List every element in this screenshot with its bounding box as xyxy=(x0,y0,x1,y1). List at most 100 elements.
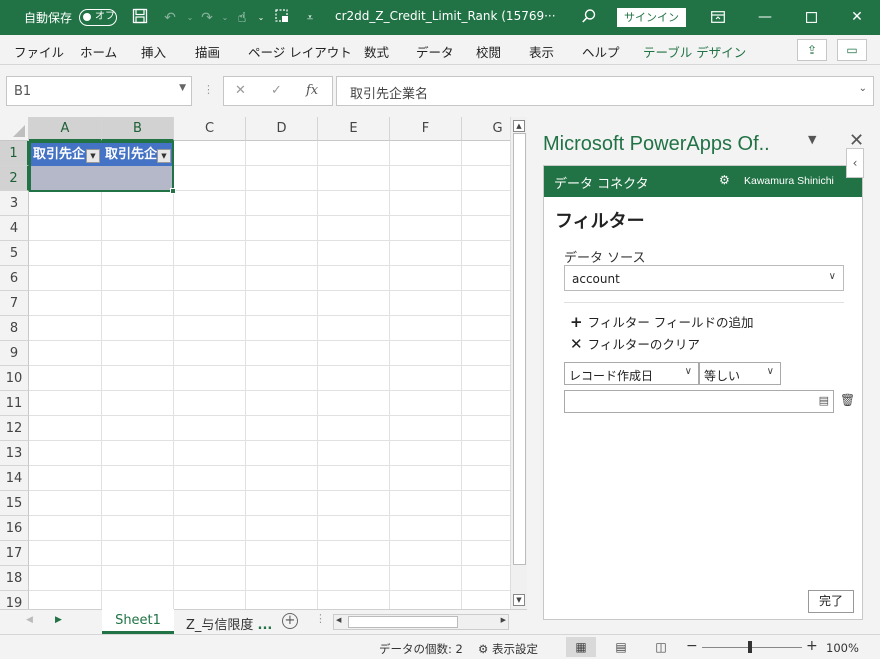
search-icon[interactable] xyxy=(579,8,599,28)
row-header[interactable]: 1 xyxy=(0,141,29,166)
fill-handle[interactable] xyxy=(170,188,176,194)
row-header[interactable]: 2 xyxy=(0,166,29,191)
row-header[interactable]: 16 xyxy=(0,516,29,541)
chevron-down-icon[interactable]: ▼ xyxy=(179,83,186,93)
customize-qat-icon[interactable]: ⩡ xyxy=(300,8,320,28)
add-sheet-icon[interactable]: + xyxy=(282,613,298,629)
row-header[interactable]: 18 xyxy=(0,566,29,591)
column-header[interactable]: D xyxy=(246,117,318,141)
row-header[interactable]: 4 xyxy=(0,216,29,241)
done-button[interactable]: 完了 xyxy=(808,590,854,613)
tab-insert[interactable]: 挿入 xyxy=(141,42,166,61)
pane-options-icon[interactable]: ▼ xyxy=(808,133,816,146)
scroll-thumb[interactable] xyxy=(513,133,526,565)
expand-formula-icon[interactable]: ⌄ xyxy=(859,83,867,94)
table-row[interactable] xyxy=(30,166,173,190)
minimize-icon[interactable]: — xyxy=(742,0,788,35)
column-header[interactable]: A xyxy=(29,117,102,141)
close-icon[interactable]: ✕ xyxy=(834,0,880,35)
zoom-out-button[interactable]: − xyxy=(686,638,698,654)
column-header[interactable]: E xyxy=(318,117,390,141)
operator-select[interactable]: 等しい ∨ xyxy=(699,362,781,385)
filter-dropdown-icon[interactable]: ▼ xyxy=(157,149,171,163)
row-header[interactable]: 12 xyxy=(0,416,29,441)
signin-button[interactable]: サインイン xyxy=(617,8,686,27)
screenshot-icon[interactable] xyxy=(272,8,292,28)
sheet-next-icon[interactable]: ▶ xyxy=(55,615,62,625)
row-header[interactable]: 14 xyxy=(0,466,29,491)
filter-dropdown-icon[interactable]: ▼ xyxy=(86,149,100,163)
save-icon[interactable] xyxy=(130,8,150,28)
worksheet-grid[interactable]: A B C D E F G 1 2 3 4 5 6 7 8 9 10 11 12 13 14 15 16 17 1… xyxy=(0,117,510,609)
tab-formulas[interactable]: 数式 xyxy=(364,42,389,61)
share-icon[interactable]: ⇪ xyxy=(797,39,827,61)
column-header[interactable]: F xyxy=(390,117,462,141)
tab-home[interactable]: ホーム xyxy=(80,42,117,61)
tab-data[interactable]: データ xyxy=(416,42,454,61)
row-header[interactable]: 3 xyxy=(0,191,29,216)
vertical-scrollbar[interactable]: ▲ ▼ xyxy=(510,117,527,609)
page-layout-view-icon[interactable]: ▤ xyxy=(606,637,636,657)
ribbon-display-icon[interactable] xyxy=(695,0,741,35)
more-sheets-indicator[interactable]: ... xyxy=(258,618,273,633)
zoom-level[interactable]: 100% xyxy=(826,641,859,655)
date-input[interactable]: ▤ xyxy=(564,390,834,413)
more-options-icon[interactable]: ⋮ xyxy=(203,83,214,96)
sheet-prev-icon[interactable]: ◀ xyxy=(26,615,33,625)
undo-icon[interactable]: ↶ xyxy=(160,8,180,28)
redo-icon[interactable]: ↷ xyxy=(197,8,217,28)
column-header[interactable]: C xyxy=(174,117,246,141)
row-header[interactable]: 13 xyxy=(0,441,29,466)
zoom-slider[interactable] xyxy=(702,647,802,648)
row-header[interactable]: 19 xyxy=(0,591,29,609)
tab-draw[interactable]: 描画 xyxy=(195,42,220,61)
tab-help[interactable]: ヘルプ xyxy=(582,42,620,61)
page-break-view-icon[interactable]: ◫ xyxy=(646,637,676,657)
column-header[interactable]: G xyxy=(462,117,510,141)
formula-input[interactable]: 取引先企業名 ⌄ xyxy=(336,76,874,106)
datasource-select[interactable]: account ∨ xyxy=(564,265,844,291)
collapse-pane-icon[interactable]: ‹ xyxy=(846,148,864,178)
tab-review[interactable]: 校閲 xyxy=(476,42,501,61)
scroll-up-icon[interactable]: ▲ xyxy=(513,120,525,132)
add-filter-field-button[interactable]: + フィルター フィールドの追加 xyxy=(570,312,754,331)
touch-dropdown-icon[interactable]: ⌄ xyxy=(251,8,271,28)
zoom-slider-thumb[interactable] xyxy=(748,641,752,653)
cancel-icon[interactable]: ✕ xyxy=(235,83,246,98)
scroll-left-icon[interactable]: ◀ xyxy=(336,616,341,624)
tab-splitter-icon[interactable]: ⋮ xyxy=(315,612,326,625)
select-all-corner[interactable] xyxy=(0,117,29,141)
name-box[interactable]: B1 ▼ xyxy=(6,76,192,106)
scroll-down-icon[interactable]: ▼ xyxy=(513,594,525,606)
clear-filter-button[interactable]: ✕ フィルターのクリア xyxy=(570,334,700,353)
comments-icon[interactable]: ▭ xyxy=(837,39,867,61)
row-header[interactable]: 9 xyxy=(0,341,29,366)
tab-page-layout[interactable]: ページ レイアウト xyxy=(248,42,352,61)
maximize-icon[interactable] xyxy=(788,0,834,35)
row-header[interactable]: 6 xyxy=(0,266,29,291)
tab-table-design[interactable]: テーブル デザイン xyxy=(643,42,746,61)
row-header[interactable]: 15 xyxy=(0,491,29,516)
row-header[interactable]: 11 xyxy=(0,391,29,416)
touch-mode-icon[interactable]: ☝ xyxy=(232,8,252,28)
scroll-right-icon[interactable]: ▶ xyxy=(501,616,506,624)
settings-gear-icon[interactable]: ⚙ xyxy=(719,173,730,187)
tab-view[interactable]: 表示 xyxy=(529,42,554,61)
row-header[interactable]: 10 xyxy=(0,366,29,391)
scroll-thumb[interactable] xyxy=(348,616,458,628)
column-header[interactable]: B xyxy=(102,117,174,141)
display-settings[interactable]: ⚙ 表示設定 xyxy=(478,641,538,657)
normal-view-icon[interactable]: ▦ xyxy=(566,637,596,657)
autosave-toggle[interactable]: オフ xyxy=(79,9,117,26)
enter-icon[interactable]: ✓ xyxy=(271,83,282,98)
row-header[interactable]: 5 xyxy=(0,241,29,266)
tab-file[interactable]: ファイル xyxy=(14,42,64,61)
sheet-tab-active[interactable]: Sheet1 xyxy=(102,609,174,634)
calendar-icon[interactable]: ▤ xyxy=(819,394,829,407)
delete-icon[interactable]: 🗑 xyxy=(840,393,855,407)
insert-function-icon[interactable]: fx xyxy=(306,83,318,98)
filter-field-select[interactable]: レコード作成日 ∨ xyxy=(564,362,699,385)
sheet-tab[interactable]: Z_与信限度 ... xyxy=(186,614,272,633)
row-header[interactable]: 8 xyxy=(0,316,29,341)
row-header[interactable]: 17 xyxy=(0,541,29,566)
